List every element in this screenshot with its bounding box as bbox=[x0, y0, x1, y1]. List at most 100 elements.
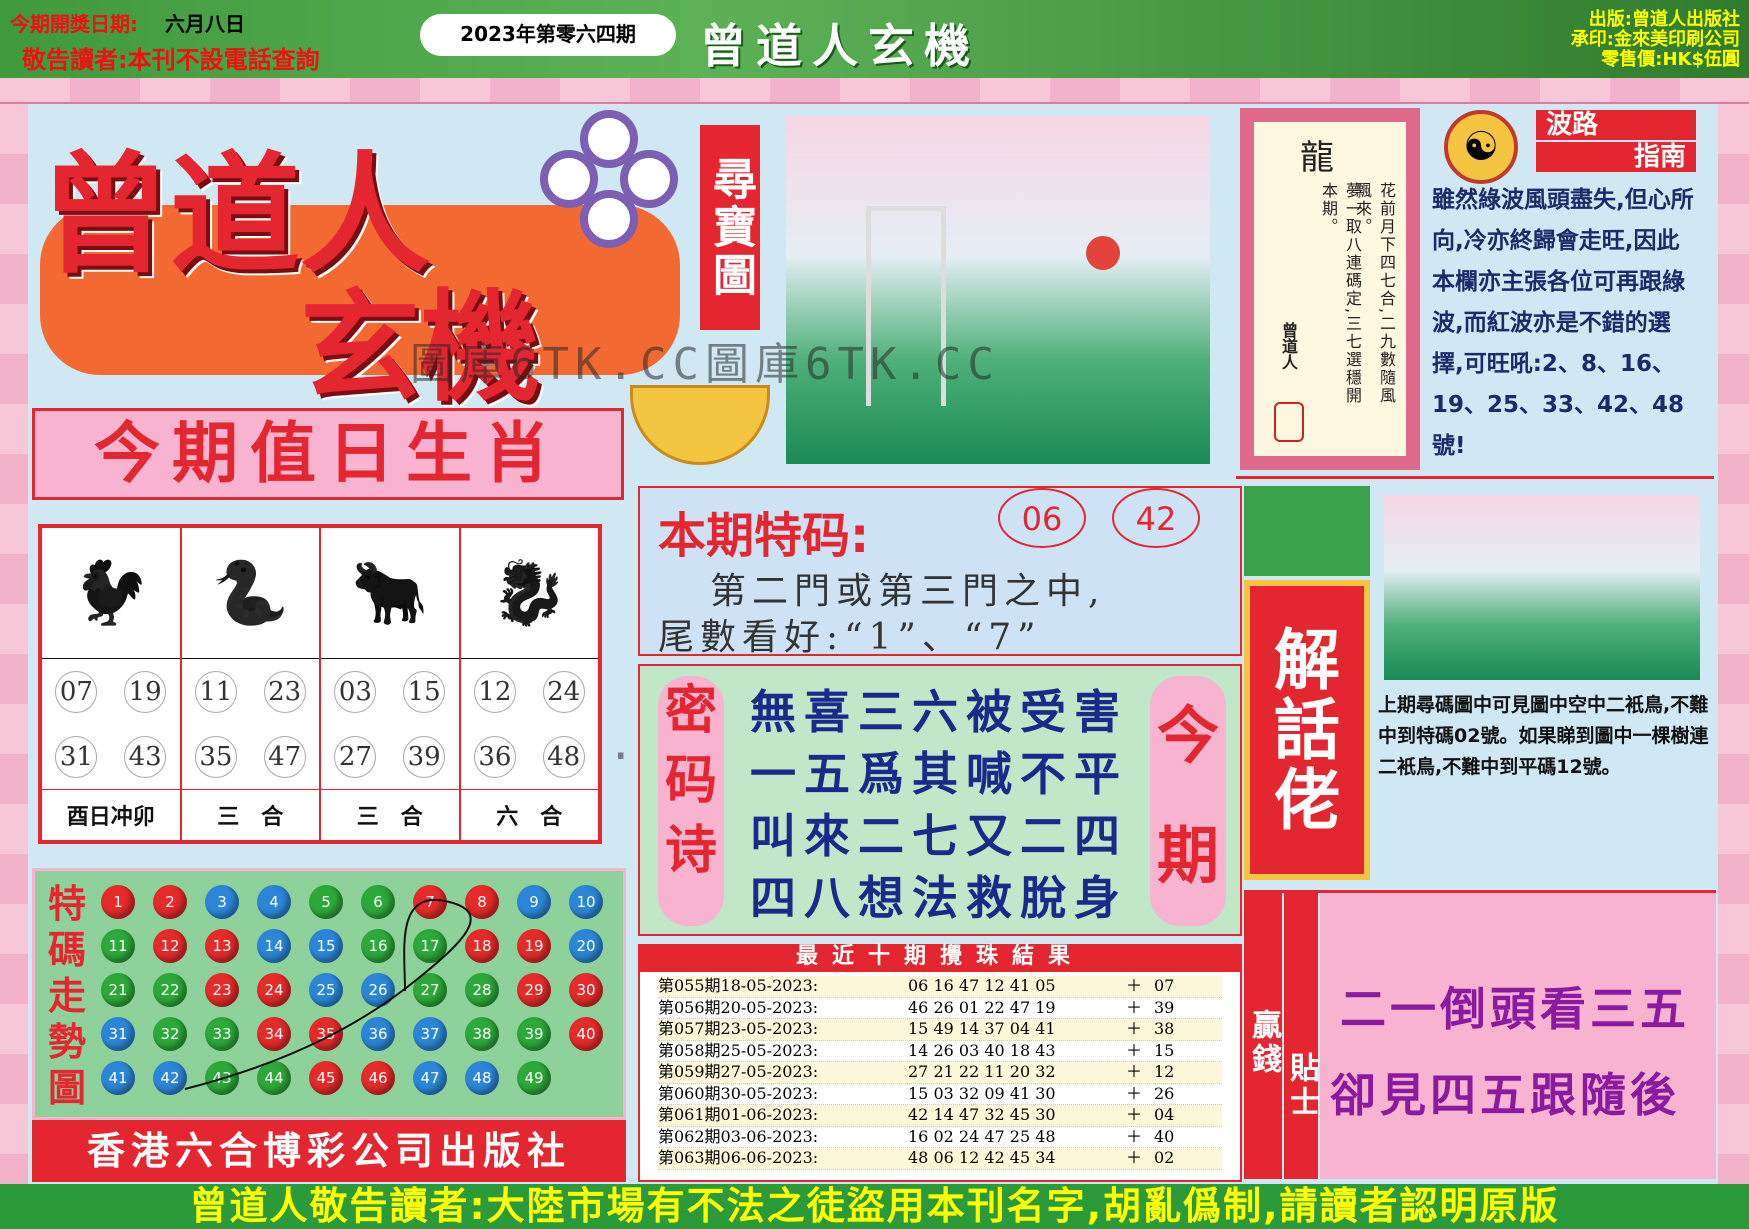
result-main-numbers: 15 49 14 37 04 41 bbox=[908, 1019, 1056, 1038]
zodiac-number: 24 bbox=[542, 670, 585, 713]
tips-panel: 二一倒頭看三五 卻見四五跟隨後 bbox=[1320, 893, 1716, 1179]
divider bbox=[1236, 476, 1714, 479]
old-man-picture bbox=[1244, 486, 1370, 576]
brand-title: 曾道人玄機 bbox=[700, 19, 980, 73]
result-issue: 第055期18-05-2023: bbox=[658, 976, 819, 995]
zodiac-title: 今期值日生肖 bbox=[32, 408, 624, 500]
publisher-line: 出版:曾道人出版社 bbox=[1588, 9, 1740, 30]
zodiac-number: 03 bbox=[334, 670, 377, 713]
treasure-label: 尋寶圖 bbox=[700, 125, 760, 330]
result-row: 第058期25-05-2023: 14 26 03 40 18 43 ＋ 15 bbox=[658, 1040, 1222, 1062]
zodiac-table: 🐓 07 19 31 43 酉日冲卯 🐍 11 23 35 47 三 合 🐂 03 15 27 39 三 合 🐉 12… bbox=[38, 524, 602, 844]
plus-icon: ＋ bbox=[1126, 1083, 1143, 1103]
pattern-strip-right bbox=[1718, 104, 1749, 1184]
watermark-top: 圖庫6TK.CC圖庫6TK.CC bbox=[410, 339, 1000, 390]
rooster-icon: 🐓 bbox=[42, 528, 180, 659]
result-issue: 第058期25-05-2023: bbox=[658, 1040, 819, 1060]
poem-line: 無喜三六被受害 bbox=[750, 685, 1128, 739]
poem-line: 一五爲其喊不平 bbox=[750, 747, 1128, 801]
zodiac-number: 36 bbox=[473, 735, 516, 778]
header-bar: 今期開獎日期: 六月八日 敬告讀者:本刊不設電話查詢 2023年第零六四期 曾道… bbox=[0, 0, 1749, 78]
result-row: 第062期03-06-2023: 16 02 24 47 25 48 ＋ 40 bbox=[658, 1126, 1222, 1148]
price-line: 零售價:HK$伍圓 bbox=[1601, 49, 1740, 70]
jiehua-label: 解話佬 bbox=[1244, 580, 1370, 880]
pattern-strip-top bbox=[0, 78, 1749, 104]
plus-icon: ＋ bbox=[1126, 1019, 1143, 1038]
dragon-verse-2: 夢一取八連碼定,三七選穩開本期。 bbox=[1319, 182, 1362, 406]
poem-panel: 密码诗 今期 無喜三六被受害 一五爲其喊不平 叫來二七又二四 四八想法救脫身 bbox=[638, 664, 1242, 936]
results-title: 最近十期攪珠結果 bbox=[638, 944, 1242, 970]
dragon-icon: 🐉 bbox=[460, 528, 598, 659]
poem-left-label: 密码诗 bbox=[658, 676, 724, 926]
tips-line2: 卻見四五跟隨後 bbox=[1330, 1068, 1680, 1122]
result-issue: 第057期23-05-2023: bbox=[658, 1019, 819, 1038]
result-issue: 第061期01-06-2023: bbox=[658, 1105, 819, 1124]
ox-icon: 🐂 bbox=[321, 528, 459, 659]
snake-icon: 🐍 bbox=[181, 528, 319, 659]
dragon-card: 龍 花前月下四七合,二九數隨風飄來。 夢一取八連碼定,三七選穩開本期。 曾道人 bbox=[1240, 108, 1420, 470]
result-main-numbers: 48 06 12 42 45 34 bbox=[908, 1148, 1056, 1167]
notice-text: 敬告讀者:本刊不設電話查詢 bbox=[22, 46, 320, 74]
zodiac-number: 47 bbox=[263, 735, 306, 778]
zodiac-number: 43 bbox=[124, 735, 167, 778]
result-row: 第055期18-05-2023: 06 16 47 12 41 05 ＋ 07 bbox=[658, 976, 1222, 998]
zodiac-number: 31 bbox=[55, 735, 98, 778]
special-panel: 本期特码: 06 42 第二門或第三門之中, 尾數看好:“1”、“7” bbox=[638, 486, 1242, 658]
plus-icon: ＋ bbox=[1126, 1040, 1143, 1060]
result-main-numbers: 42 14 47 32 45 30 bbox=[908, 1105, 1056, 1124]
zodiac-number: 35 bbox=[194, 735, 237, 778]
zodiac-note: 酉日冲卯 bbox=[66, 805, 155, 830]
zodiac-number: 15 bbox=[403, 670, 446, 713]
result-row: 第063期06-06-2023: 48 06 12 42 45 34 ＋ 02 bbox=[658, 1148, 1222, 1170]
result-special-number: 12 bbox=[1154, 1062, 1175, 1081]
dragon-sign: 曾道人 bbox=[1279, 322, 1298, 370]
poem-right-label: 今期 bbox=[1150, 676, 1226, 926]
result-issue: 第062期03-06-2023: bbox=[658, 1126, 819, 1146]
zodiac-column: 🐍 11 23 35 47 三 合 bbox=[180, 527, 320, 841]
result-main-numbers: 16 02 24 47 25 48 bbox=[908, 1126, 1056, 1146]
tips-line1: 二一倒頭看三五 bbox=[1340, 982, 1690, 1036]
issue-date: 六月八日 bbox=[164, 12, 245, 36]
result-special-number: 07 bbox=[1154, 976, 1175, 995]
result-row: 第057期23-05-2023: 15 49 14 37 04 41 ＋ 38 bbox=[658, 1019, 1222, 1041]
sun-icon bbox=[1086, 236, 1120, 270]
result-main-numbers: 46 26 01 22 47 19 bbox=[908, 997, 1056, 1017]
wave-guide-text: 雖然綠波風頭盡失,但心所向,冷亦終歸會走旺,因此本欄亦主張各位可再跟綠波,而紅波… bbox=[1432, 187, 1694, 459]
result-special-number: 38 bbox=[1154, 1019, 1175, 1038]
result-row: 第060期30-05-2023: 15 03 32 09 41 30 ＋ 26 bbox=[658, 1083, 1222, 1105]
special-line2: 尾數看好:“1”、“7” bbox=[658, 617, 1042, 658]
result-main-numbers: 06 16 47 12 41 05 bbox=[908, 976, 1056, 995]
plus-icon: ＋ bbox=[1126, 1148, 1143, 1167]
jiehua-text: 上期尋碼圖中可見圖中空中二衹鳥,不難中到特碼02號。如果睇到圖中一棵樹連二衹鳥,… bbox=[1378, 694, 1709, 778]
trend-line bbox=[184, 898, 472, 1090]
result-special-number: 15 bbox=[1154, 1040, 1175, 1060]
gold-ingot-icon bbox=[630, 385, 770, 465]
result-special-number: 40 bbox=[1154, 1126, 1175, 1146]
tips-label-2: 貼士 bbox=[1284, 893, 1319, 1179]
zodiac-number: 23 bbox=[263, 670, 306, 713]
poem-line: 四八想法救脫身 bbox=[750, 871, 1128, 925]
zodiac-number: 11 bbox=[194, 670, 237, 713]
zodiac-column: 🐂 03 15 27 39 三 合 bbox=[320, 527, 460, 841]
special-number-1: 06 bbox=[998, 488, 1086, 548]
issue-date-label: 今期開獎日期: bbox=[10, 12, 138, 36]
zodiac-number: 27 bbox=[334, 735, 377, 778]
result-issue: 第063期06-06-2023: bbox=[658, 1148, 819, 1167]
zodiac-number: 07 bbox=[55, 670, 98, 713]
tips-label-1: 贏錢 bbox=[1244, 893, 1282, 1179]
issue-number: 2023年第零六四期 bbox=[420, 14, 676, 56]
trend-chart-box: 特碼走勢圖 1 2 3 4 5 6 7 8 9 10 11 12 13 14 15 16 17 18 19 20 21 2… bbox=[32, 868, 626, 1120]
dragon-title: 龍 bbox=[1300, 138, 1334, 178]
clue-picture bbox=[1384, 496, 1700, 680]
result-issue: 第056期20-05-2023: bbox=[658, 997, 819, 1017]
result-special-number: 26 bbox=[1154, 1083, 1175, 1103]
zodiac-number: 48 bbox=[542, 735, 585, 778]
yin-yang-icon: ☯ bbox=[1444, 110, 1518, 184]
plus-icon: ＋ bbox=[1126, 1126, 1143, 1146]
results-table: 第055期18-05-2023: 06 16 47 12 41 05 ＋ 07 第056… bbox=[638, 970, 1242, 1182]
footer-notice: 曾道人敬告讀者:大陸市場有不法之徒盜用本刊名字,胡亂僞制,請讀者認明原版 bbox=[0, 1184, 1749, 1229]
result-main-numbers: 14 26 03 40 18 43 bbox=[908, 1040, 1056, 1060]
zodiac-number: 39 bbox=[403, 735, 446, 778]
printer-line: 承印:金來美印刷公司 bbox=[1570, 29, 1740, 50]
result-special-number: 04 bbox=[1154, 1105, 1175, 1124]
